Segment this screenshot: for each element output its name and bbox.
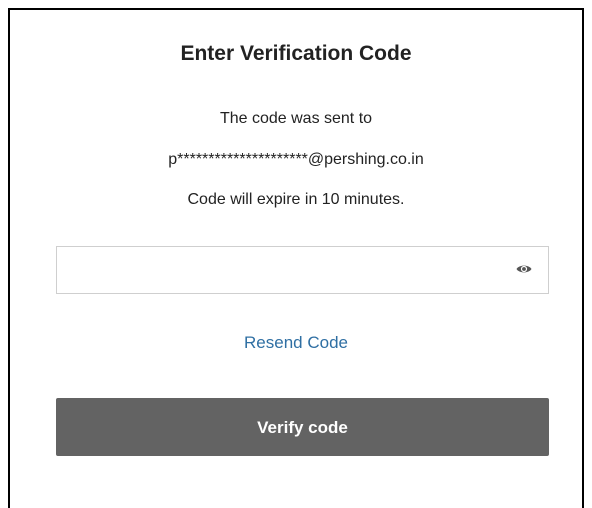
verify-code-button[interactable]: Verify code [56,398,549,456]
expiry-notice: Code will expire in 10 minutes. [187,191,405,208]
verification-code-field [56,246,549,294]
page-title: Enter Verification Code [180,42,412,65]
verification-panel: Enter Verification Code The code was sen… [8,8,584,508]
eye-icon[interactable] [516,262,532,276]
masked-email: p*********************@pershing.co.in [168,151,424,168]
verification-page: Enter Verification Code The code was sen… [0,0,592,508]
verification-code-input[interactable] [57,247,497,293]
resend-code-link[interactable]: Resend Code [10,332,582,354]
eye-icon-graphic [516,265,532,273]
sent-to-label: The code was sent to [219,110,373,127]
